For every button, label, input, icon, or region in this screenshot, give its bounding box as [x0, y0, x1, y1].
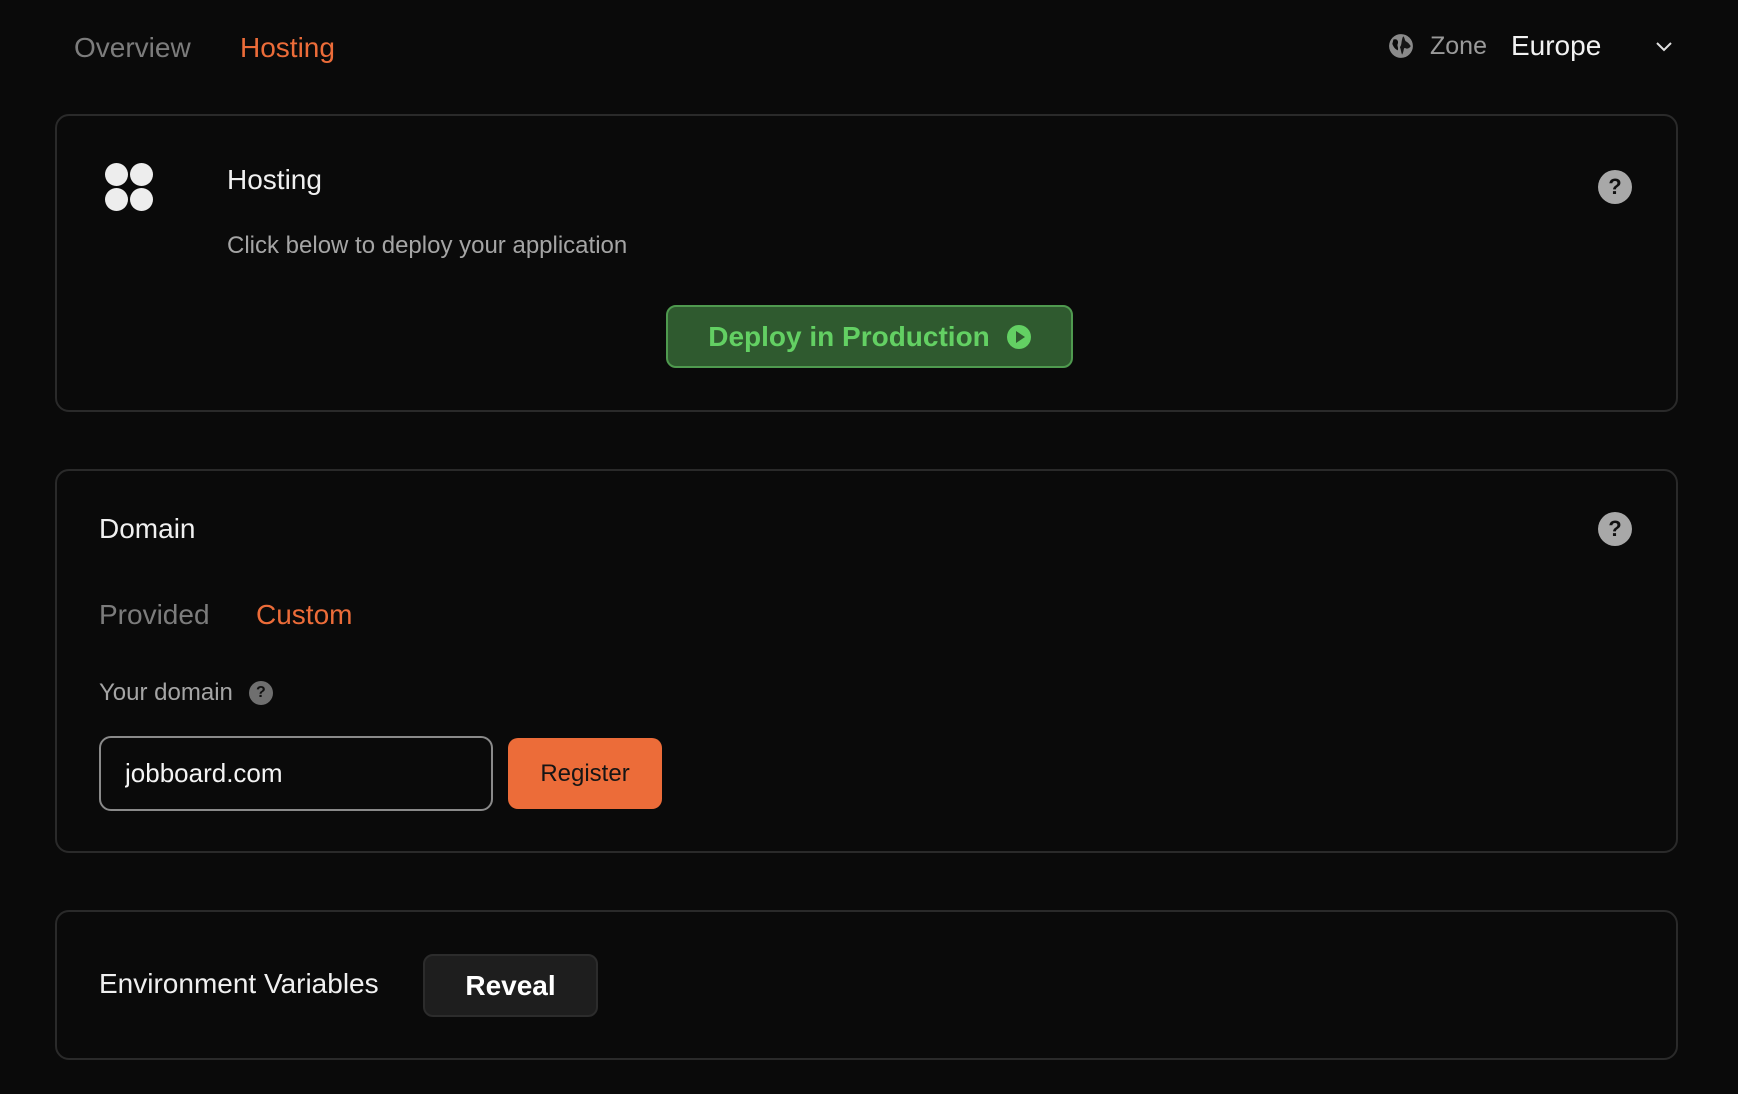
hosting-title: Hosting: [227, 164, 322, 195]
register-button[interactable]: Register: [508, 738, 662, 809]
four-dots-logo-icon: [105, 163, 155, 213]
globe-icon: [1389, 34, 1413, 58]
help-icon[interactable]: ?: [1598, 170, 1632, 204]
zone-value[interactable]: Europe: [1511, 30, 1601, 62]
domain-card: Domain ? Provided Custom Your domain ? R…: [55, 469, 1678, 853]
domain-title: Domain: [99, 513, 196, 544]
tab-overview[interactable]: Overview: [74, 28, 191, 68]
your-domain-label-text: Your domain: [99, 679, 233, 706]
tab-custom[interactable]: Custom: [256, 599, 352, 631]
hosting-description: Click below to deploy your application: [227, 232, 628, 259]
zone-label: Zone: [1430, 31, 1487, 60]
environment-variables-title: Environment Variables: [99, 968, 379, 999]
help-icon[interactable]: ?: [1598, 512, 1632, 546]
play-circle-icon: [1006, 324, 1031, 349]
your-domain-label: Your domain ?: [99, 679, 273, 707]
tab-provided[interactable]: Provided: [99, 599, 210, 631]
deploy-in-production-button[interactable]: Deploy in Production: [666, 305, 1073, 368]
zone-selector[interactable]: Zone Europe: [1388, 26, 1601, 66]
domain-input[interactable]: [99, 736, 493, 811]
help-icon[interactable]: ?: [248, 681, 273, 705]
reveal-button[interactable]: Reveal: [423, 954, 598, 1017]
environment-variables-card: Environment Variables Reveal: [55, 910, 1678, 1060]
chevron-down-icon[interactable]: [1652, 34, 1676, 58]
hosting-card: Hosting Click below to deploy your appli…: [55, 114, 1678, 412]
deploy-button-label: Deploy in Production: [708, 320, 990, 352]
tab-hosting[interactable]: Hosting: [240, 28, 335, 68]
